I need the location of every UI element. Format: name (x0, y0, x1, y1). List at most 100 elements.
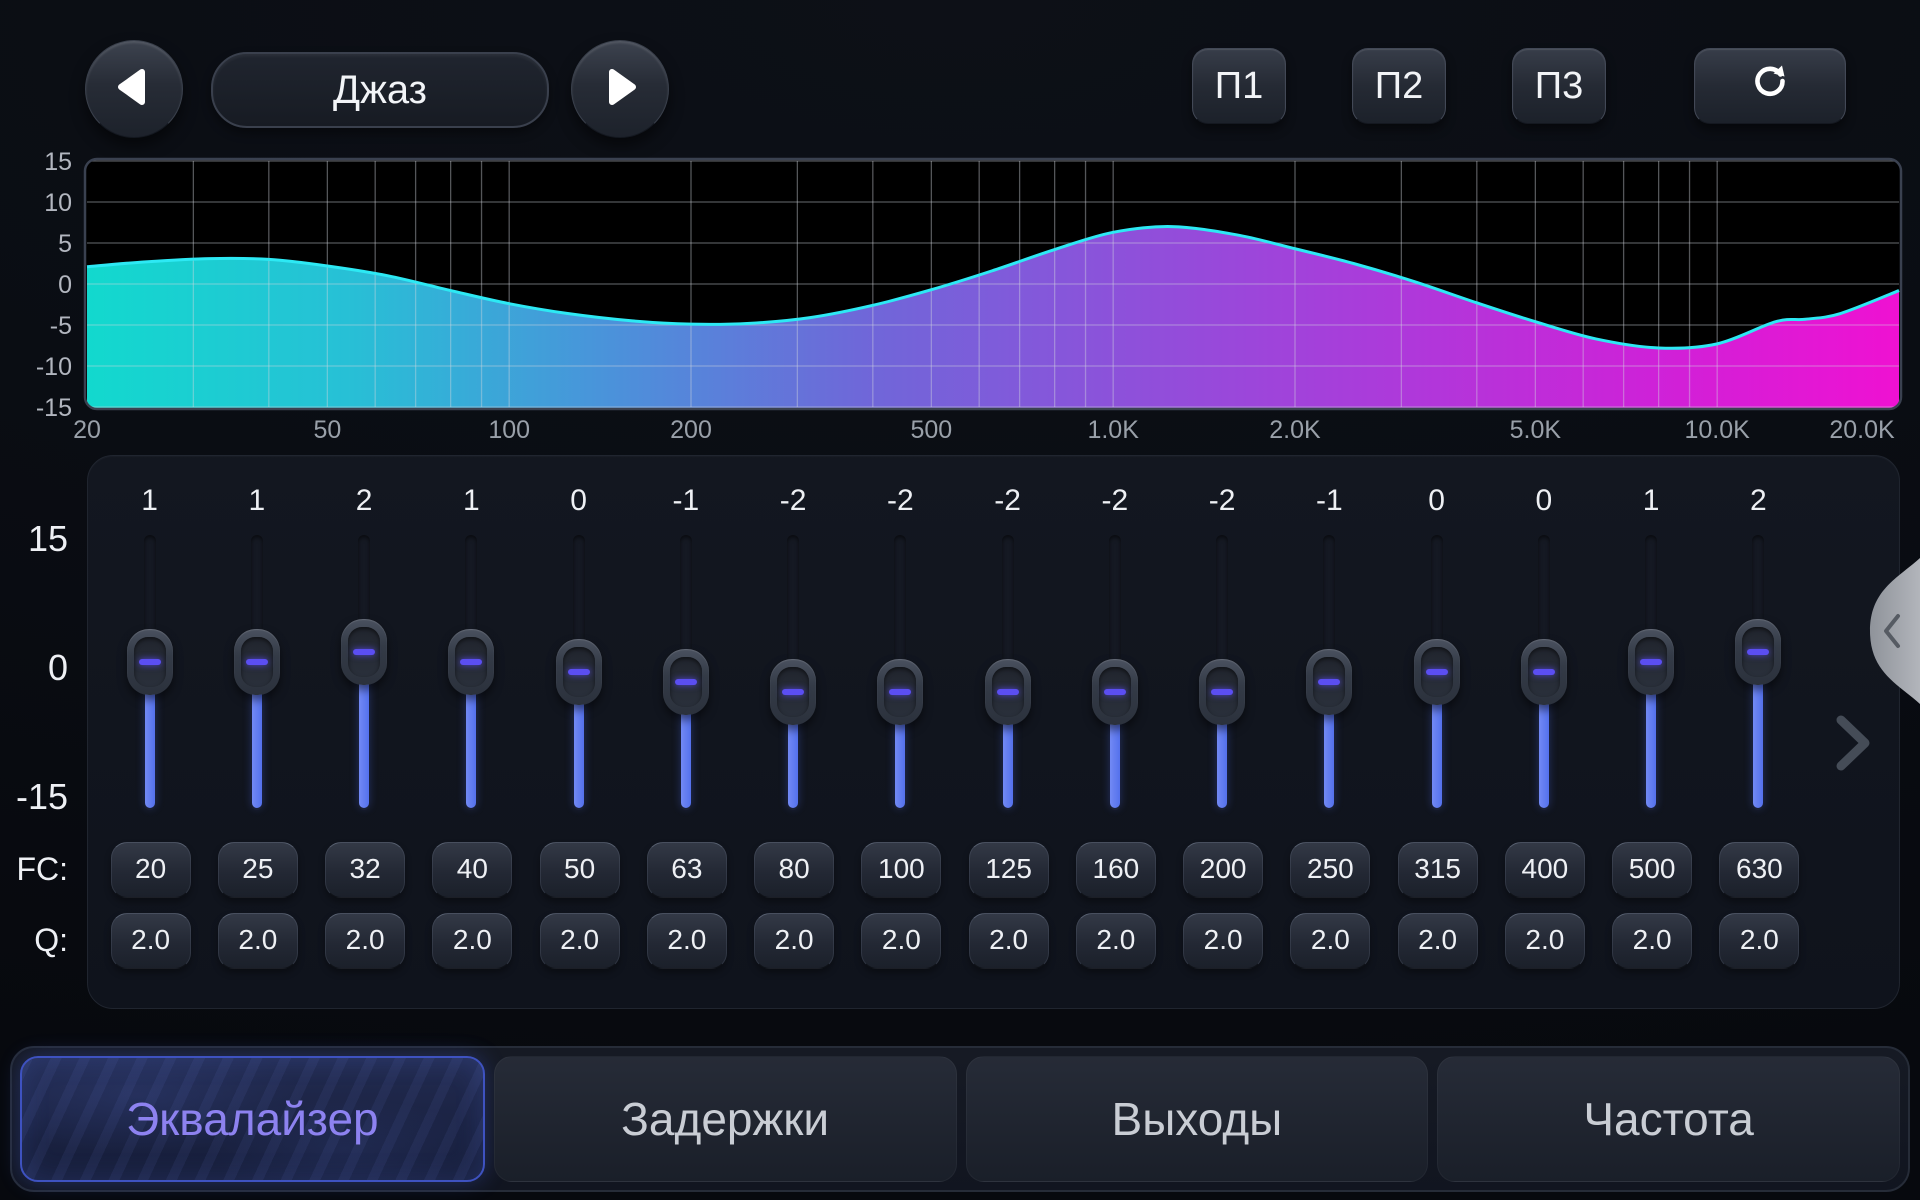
gain-slider[interactable] (1061, 535, 1168, 810)
preset-slot-label: П1 (1215, 65, 1263, 108)
slider-thumb[interactable] (1628, 629, 1674, 695)
slider-thumb[interactable] (1199, 659, 1245, 725)
gain-slider[interactable] (311, 535, 418, 810)
fc-value-button[interactable]: 500 (1612, 842, 1692, 898)
fc-value-button[interactable]: 250 (1290, 842, 1370, 898)
slider-thumb[interactable] (127, 629, 173, 695)
gain-slider[interactable] (96, 535, 203, 810)
slider-thumb[interactable] (663, 649, 709, 715)
slider-thumb[interactable] (877, 659, 923, 725)
q-value-button[interactable]: 2.0 (647, 913, 727, 969)
q-value-button[interactable]: 2.0 (432, 913, 512, 969)
slider-thumb[interactable] (770, 659, 816, 725)
preset-slot-button-1[interactable]: П1 (1192, 48, 1286, 124)
gain-slider[interactable] (1705, 535, 1812, 810)
slider-thumb[interactable] (985, 659, 1031, 725)
slider-thumb[interactable] (234, 629, 280, 695)
thumb-indicator (1211, 689, 1233, 695)
eq-band-40: 1 40 2.0 (418, 455, 525, 1007)
fc-value-button[interactable]: 160 (1076, 842, 1156, 898)
q-value-button[interactable]: 2.0 (1076, 913, 1156, 969)
q-value-button[interactable]: 2.0 (1183, 913, 1263, 969)
fc-value-button[interactable]: 20 (111, 842, 191, 898)
gain-slider[interactable] (1276, 535, 1383, 810)
q-value-button[interactable]: 2.0 (218, 913, 298, 969)
tab-frequency[interactable]: Частота (1437, 1056, 1900, 1182)
fc-value-button[interactable]: 25 (218, 842, 298, 898)
q-value-button[interactable]: 2.0 (1398, 913, 1478, 969)
tab-delays[interactable]: Задержки (494, 1056, 957, 1182)
gain-slider[interactable] (1383, 535, 1490, 810)
slider-thumb[interactable] (341, 619, 387, 685)
svg-text:20: 20 (73, 416, 101, 444)
fc-value-button[interactable]: 100 (861, 842, 941, 898)
svg-text:15: 15 (44, 150, 72, 176)
eq-band-32: 2322.0 (311, 455, 418, 1007)
fc-value-button[interactable]: 315 (1398, 842, 1478, 898)
slider-thumb[interactable] (1414, 639, 1460, 705)
gain-slider[interactable] (1598, 535, 1705, 810)
preset-prev-button[interactable] (85, 40, 183, 138)
svg-text:-10: -10 (36, 353, 72, 381)
band-gain-value: 0 (1490, 483, 1597, 519)
fc-value-button[interactable]: 80 (754, 842, 834, 898)
slider-thumb[interactable] (1735, 619, 1781, 685)
gain-scale-label-zero: 0 (0, 648, 68, 688)
eq-band-25: 1252.0 (203, 455, 310, 1007)
slider-thumb[interactable] (448, 629, 494, 695)
q-value-button[interactable]: 2.0 (1505, 913, 1585, 969)
preset-slot-button-2[interactable]: П2 (1352, 48, 1446, 124)
preset-next-button[interactable] (571, 40, 669, 138)
gain-slider[interactable] (954, 535, 1061, 810)
q-value-button[interactable]: 2.0 (111, 913, 191, 969)
slider-thumb[interactable] (1521, 639, 1567, 705)
band-gain-value: 1 (418, 483, 525, 519)
gain-scale-label-max: 15 (0, 519, 68, 559)
q-row-label: Q: (0, 920, 68, 960)
svg-text:5: 5 (58, 230, 72, 258)
q-value-button[interactable]: 2.0 (325, 913, 405, 969)
q-value-button[interactable]: 2.0 (1612, 913, 1692, 969)
svg-text:1.0K: 1.0K (1087, 416, 1139, 444)
q-value-button[interactable]: 2.0 (1290, 913, 1370, 969)
gain-slider[interactable] (418, 535, 525, 810)
fc-value-button[interactable]: 32 (325, 842, 405, 898)
thumb-indicator (139, 659, 161, 665)
svg-text:10: 10 (44, 189, 72, 217)
side-drawer-handle[interactable] (1858, 556, 1920, 711)
gain-slider[interactable] (1490, 535, 1597, 810)
gain-slider[interactable] (847, 535, 954, 810)
fc-value-button[interactable]: 63 (647, 842, 727, 898)
svg-text:200: 200 (670, 416, 712, 444)
tab-outputs[interactable]: Выходы (966, 1056, 1429, 1182)
fc-value-button[interactable]: 400 (1505, 842, 1585, 898)
gain-slider[interactable] (740, 535, 847, 810)
slider-thumb[interactable] (1306, 649, 1352, 715)
gain-slider[interactable] (203, 535, 310, 810)
fc-value-button[interactable]: 630 (1719, 842, 1799, 898)
q-value-button[interactable]: 2.0 (1719, 913, 1799, 969)
slider-thumb[interactable] (556, 639, 602, 705)
gain-slider[interactable] (525, 535, 632, 810)
gain-slider[interactable] (632, 535, 739, 810)
q-value-button[interactable]: 2.0 (754, 913, 834, 969)
gain-slider[interactable] (1169, 535, 1276, 810)
slider-thumb[interactable] (1092, 659, 1138, 725)
fc-value-button[interactable]: 40 (432, 842, 512, 898)
fc-value-button[interactable]: 125 (969, 842, 1049, 898)
q-value-button[interactable]: 2.0 (861, 913, 941, 969)
thumb-indicator (568, 669, 590, 675)
tab-equalizer[interactable]: Эквалайзер (20, 1056, 485, 1182)
preset-slot-button-3[interactable]: П3 (1512, 48, 1606, 124)
svg-text:10.0K: 10.0K (1685, 416, 1751, 444)
fc-value-button[interactable]: 200 (1183, 842, 1263, 898)
q-value-button[interactable]: 2.0 (540, 913, 620, 969)
thumb-indicator (997, 689, 1019, 695)
q-value-button[interactable]: 2.0 (969, 913, 1049, 969)
reset-button[interactable] (1694, 48, 1846, 124)
chevron-right-icon[interactable] (1830, 710, 1876, 781)
eq-band-20: 1202.0 (96, 455, 203, 1007)
fc-value-button[interactable]: 50 (540, 842, 620, 898)
svg-text:500: 500 (910, 416, 952, 444)
preset-name-display[interactable]: Джаз (211, 52, 549, 128)
